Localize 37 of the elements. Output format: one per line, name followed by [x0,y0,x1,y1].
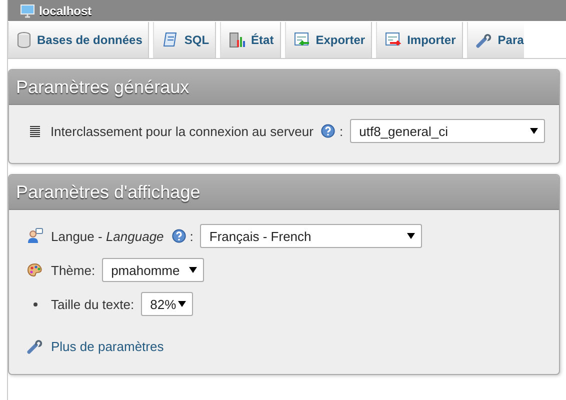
scroll-icon [162,32,178,48]
caret-icon [407,233,416,239]
colon: : [190,228,194,244]
server-link[interactable]: localhost [39,4,92,18]
dropdown[interactable]: 82% [141,292,194,316]
list-icon [28,125,41,137]
help-icon[interactable] [321,124,336,138]
caret-icon [178,301,186,307]
wrench-icon [476,32,492,48]
dropdown[interactable]: Français - French [200,224,422,248]
panel-title: Paramètres d'affichage [9,175,559,210]
tab[interactable]: SQL [153,22,216,58]
colon: : [339,124,344,138]
database-icon [17,32,31,48]
tab[interactable]: Bases de données [8,22,150,58]
field-label: Thème: [51,262,96,278]
help-icon[interactable] [172,229,186,243]
tab[interactable]: Exporter [284,22,372,58]
caret-icon [530,128,538,134]
bar-chart-icon [229,32,246,48]
import-icon [385,32,402,48]
tab[interactable]: État [220,22,281,58]
panel-title: Paramètres généraux [9,70,559,105]
bullet-icon [32,302,38,306]
export-icon [294,32,310,48]
monitor-icon [20,4,36,18]
tab[interactable]: Importer [376,22,463,58]
caret-icon [189,267,198,273]
more-settings-link[interactable]: Plus de paramètres [51,338,164,354]
dropdown[interactable]: pmahomme [102,258,204,282]
palette-icon [27,263,43,277]
field-label: Langue - Language [51,228,164,244]
field-label: Interclassement pour la connexion au serveur [50,124,314,138]
field-label: Taille du texte: [51,296,134,312]
dropdown[interactable]: utf8_general_ci [350,119,545,143]
user-icon [27,228,43,244]
wrench-icon [27,338,43,354]
